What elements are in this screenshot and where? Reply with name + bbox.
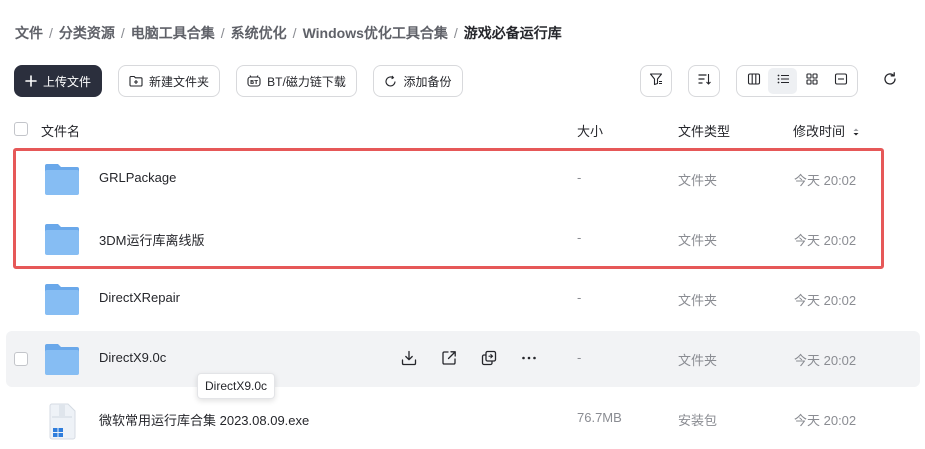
select-all-checkbox[interactable] [14,122,28,136]
folder-icon [44,342,80,376]
file-size: - [577,170,582,185]
file-row-hovered[interactable]: DirectX9.0c - 文件夹 今天 20:02 [6,331,920,387]
breadcrumb-separator: / [453,25,458,41]
preview-view-button[interactable] [826,68,855,94]
sort-arrows-icon [853,128,859,136]
file-type: 安装包 [678,413,718,428]
more-icon[interactable] [519,348,539,368]
breadcrumb-separator: / [292,25,297,41]
file-time: 今天 20:02 [794,233,857,248]
breadcrumb-pc-tools[interactable]: 电脑工具合集 [131,23,215,43]
file-name[interactable]: DirectXRepair [99,290,180,305]
header-size[interactable]: 大小 [577,121,603,140]
sort-button[interactable] [688,65,720,97]
copy-icon[interactable] [479,348,499,368]
file-row[interactable]: 微软常用运行库合集 2023.08.09.exe 76.7MB 安装包 今天 2… [6,391,920,447]
upload-button[interactable]: 上传文件 [14,65,102,97]
upload-label: 上传文件 [42,74,91,89]
filter-icon [649,72,663,91]
file-name[interactable]: DirectX9.0c [99,350,166,365]
folder-icon [44,282,80,316]
breadcrumb: 文件 / 分类资源 / 电脑工具合集 / 系统优化 / Windows优化工具合… [15,23,562,43]
preview-view-icon [834,72,848,91]
breadcrumb-category[interactable]: 分类资源 [59,23,115,43]
file-time: 今天 20:02 [794,293,857,308]
breadcrumb-files[interactable]: 文件 [15,23,43,43]
folder-icon [44,222,80,256]
file-row[interactable]: 3DM运行库离线版 - 文件夹 今天 20:02 [6,211,920,267]
list-view-icon [776,72,790,91]
refresh-button[interactable] [878,69,902,93]
add-backup-label: 添加备份 [403,74,452,89]
file-time: 今天 20:02 [794,413,857,428]
breadcrumb-separator: / [49,25,53,41]
new-folder-button[interactable]: 新建文件夹 [118,65,220,97]
header-time-label: 修改时间 [793,124,846,139]
toolbar: 上传文件 新建文件夹 BT BT/磁力链下载 添加备份 [14,65,910,97]
refresh-icon [882,71,898,92]
grid-view-icon [805,72,819,91]
file-size: - [577,290,582,305]
download-icon[interactable] [399,348,419,368]
installer-icon [44,402,80,440]
file-type: 文件夹 [678,353,718,368]
header-name[interactable]: 文件名 [41,121,80,140]
columns-view-icon [747,72,761,91]
file-row[interactable]: DirectXRepair - 文件夹 今天 20:02 [6,271,920,327]
view-mode-group [736,65,858,97]
header-time[interactable]: 修改时间 [793,121,860,140]
row-checkbox[interactable] [14,352,28,366]
file-size: - [577,230,582,245]
breadcrumb-current: 游戏必备运行库 [463,25,562,41]
file-size: - [577,350,582,365]
bt-download-button[interactable]: BT BT/磁力链下载 [236,65,357,97]
grid-view-button[interactable] [797,68,826,94]
filename-tooltip: DirectX9.0c [197,373,276,399]
breadcrumb-windows-tools[interactable]: Windows优化工具合集 [303,23,448,43]
backup-icon [384,75,397,88]
add-backup-button[interactable]: 添加备份 [373,65,463,97]
bt-icon: BT [247,75,261,87]
file-size: 76.7MB [577,410,622,425]
columns-view-button[interactable] [739,68,768,94]
breadcrumb-system-optimize[interactable]: 系统优化 [231,23,287,43]
file-type: 文件夹 [678,293,718,308]
new-folder-label: 新建文件夹 [148,74,209,89]
header-type[interactable]: 文件类型 [678,121,730,140]
plus-icon [25,75,37,87]
file-type: 文件夹 [678,233,718,248]
file-name[interactable]: 3DM运行库离线版 [99,230,204,249]
sort-icon [697,72,711,91]
new-folder-icon [129,75,143,87]
file-time: 今天 20:02 [794,173,857,188]
list-view-button[interactable] [768,68,797,94]
file-name[interactable]: GRLPackage [99,170,176,185]
breadcrumb-separator: / [120,25,125,41]
bt-download-label: BT/磁力链下载 [267,74,346,89]
folder-icon [44,162,80,196]
svg-text:BT: BT [250,80,258,86]
file-type: 文件夹 [678,173,718,188]
row-actions [399,348,539,368]
file-list-header: 文件名 大小 文件类型 修改时间 [0,118,925,140]
share-icon[interactable] [439,348,459,368]
file-name[interactable]: 微软常用运行库合集 2023.08.09.exe [99,410,309,429]
filter-button[interactable] [640,65,672,97]
breadcrumb-separator: / [220,25,225,41]
file-row[interactable]: GRLPackage - 文件夹 今天 20:02 [6,151,920,207]
file-time: 今天 20:02 [794,353,857,368]
